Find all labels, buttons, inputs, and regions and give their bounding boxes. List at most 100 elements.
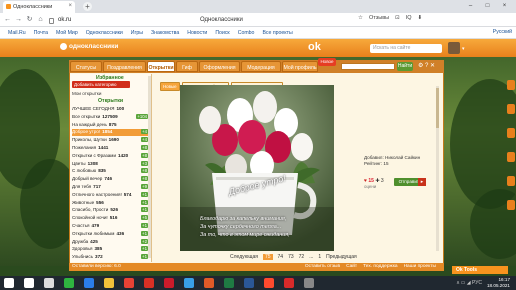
pager-page[interactable]: 73 (288, 254, 294, 260)
bookmark-link[interactable]: Поиск (215, 30, 229, 36)
taskbar-app-blue-icon[interactable] (84, 278, 94, 288)
site-search-input[interactable]: Искать на сайте (370, 44, 442, 53)
clock[interactable]: 16:17 18.05.2021 (487, 277, 510, 289)
taskbar-excel-icon[interactable] (224, 278, 234, 288)
bookmark-link[interactable]: Мой Мир (56, 30, 78, 36)
bookmark-link[interactable]: Все проекты (262, 30, 292, 36)
home-icon[interactable]: ⌂ (36, 15, 45, 24)
taskbar-yandex-icon[interactable] (264, 278, 274, 288)
pager-page[interactable]: 1 (318, 254, 321, 260)
sidebar-item[interactable]: Счастья 479 +1 (72, 223, 148, 230)
sort-filter-button[interactable]: Новые (160, 82, 180, 91)
sidebar-item[interactable]: На каждый день 875 (72, 122, 148, 129)
floating-icon[interactable] (507, 128, 515, 138)
sidebar-item[interactable]: Дружба 425 +2 (72, 238, 148, 246)
sidebar-item[interactable]: Добрый вечер 746 +8 (72, 176, 148, 183)
footer-link[interactable]: Оставить отзыв (305, 264, 340, 269)
minimize-icon[interactable]: – (462, 0, 479, 12)
tab-3[interactable]: Гиф (176, 61, 198, 72)
taskbar-app-red-2-icon[interactable] (284, 278, 294, 288)
bookmark-link[interactable]: Знакомства (151, 30, 179, 36)
footer-link[interactable]: Тех. поддержка (363, 264, 397, 269)
my-cards-link[interactable]: Мои открытки (72, 91, 101, 96)
sidebar-item[interactable]: Пожелания 1441 +8 (72, 145, 148, 152)
taskbar-chrome-icon[interactable] (124, 278, 134, 288)
system-tray[interactable]: ʌ ▭ ◢ РУС (457, 280, 482, 286)
toolbar-item[interactable]: ☆ (358, 15, 363, 21)
sidebar-item[interactable]: С любовью 835 +8 (72, 168, 148, 175)
chevron-down-icon[interactable]: ▾ (462, 46, 465, 52)
sidebar-item[interactable]: Доброе утро! 1854 +4 (72, 129, 148, 137)
bookmark-link[interactable]: Mail.Ru (8, 30, 26, 36)
sidebar-item[interactable]: Улыбнись 372 +1 (72, 254, 148, 261)
taskbar-app-red-icon[interactable] (144, 278, 154, 288)
taskbar-media-icon[interactable] (204, 278, 214, 288)
maximize-icon[interactable]: □ (479, 0, 496, 12)
bookmark-link[interactable]: Игры (131, 30, 143, 36)
new-tab-button[interactable]: + (83, 2, 92, 11)
taskbar-task-view-icon[interactable] (44, 278, 54, 288)
find-button[interactable]: Найти (397, 62, 413, 71)
sidebar-item[interactable]: Все открытки 127509 +104 (72, 113, 148, 121)
sidebar-item[interactable]: Открытки любимым 436 +1 (72, 230, 148, 238)
sidebar-item[interactable]: Приколы, Шутки 1690 +4 (72, 137, 148, 144)
toolbar-item[interactable]: Отзывы (369, 15, 389, 21)
tab-1[interactable]: Поздравления (103, 61, 146, 72)
pager-page[interactable]: 74 (278, 254, 284, 260)
pager-next-link[interactable]: Предыдущая (326, 254, 357, 260)
taskbar-explorer-icon[interactable] (104, 278, 114, 288)
floating-icon[interactable] (507, 152, 515, 162)
language-selector[interactable]: Русский (493, 29, 512, 35)
ok-tools-badge[interactable]: Ok Tools (452, 266, 508, 274)
taskbar-settings-icon[interactable] (304, 278, 314, 288)
close-window-icon[interactable]: × (496, 0, 513, 12)
footer-link[interactable]: Сайт (346, 264, 357, 269)
sidebar-item[interactable]: Отличного настроения! 574 +1 (72, 191, 148, 199)
user-avatar[interactable] (448, 42, 460, 54)
tab-4[interactable]: Оформления (199, 61, 240, 72)
sidebar-item[interactable]: ЛУЧШЕЕ СЕГОДНЯ 100 (72, 106, 148, 113)
sidebar-item[interactable]: Открытки с Фразами 1420 +8 (72, 152, 148, 160)
close-tab-icon[interactable]: × (68, 3, 72, 9)
add-category-button[interactable]: Добавить категорию (72, 81, 130, 88)
toolbar-item[interactable]: ⬇ (418, 15, 423, 21)
sidebar-item[interactable]: Для тебя 717 +9 (72, 184, 148, 191)
sidebar-item[interactable]: Животные 556 +1 (72, 199, 148, 207)
cards-search-input[interactable] (341, 63, 395, 70)
bookmark-link[interactable]: Combo (238, 30, 255, 36)
greeting-card-image[interactable]: Доброе утро! Благодарю за капельку внима… (180, 85, 334, 251)
sidebar-item[interactable]: Цветы 1308 +3 (72, 160, 148, 168)
reload-icon[interactable]: ↻ (25, 15, 34, 24)
pager-page[interactable]: ... (309, 254, 313, 260)
browser-tab[interactable]: Одноклассники × (3, 1, 75, 13)
taskbar-search-icon[interactable] (24, 278, 34, 288)
ok-center-logo[interactable]: ok (308, 41, 321, 53)
taskbar-app-green-icon[interactable] (64, 278, 74, 288)
sidebar-item[interactable]: Спасибо, Прости 526 +1 (72, 207, 148, 214)
sidebar-scrollbar[interactable] (148, 76, 151, 258)
taskbar-opera-icon[interactable] (164, 278, 174, 288)
panel-controls[interactable]: ⚙ ? ✕ (418, 62, 435, 69)
floating-icon[interactable] (507, 104, 515, 114)
forward-icon[interactable]: → (14, 15, 23, 24)
toolbar-item[interactable]: ⊡ (395, 15, 400, 21)
sidebar-item[interactable]: Спокойной ночи! 516 +5 (72, 215, 148, 222)
back-icon[interactable]: ← (3, 15, 12, 24)
floating-icon[interactable] (507, 200, 515, 210)
pager-page[interactable]: 75 (262, 254, 273, 260)
tab-6[interactable]: Мой профиль (282, 61, 318, 72)
pager-prev-link[interactable]: Следующая (230, 254, 258, 260)
taskbar-word-icon[interactable] (244, 278, 254, 288)
bookmark-link[interactable]: Одноклассники (86, 30, 123, 36)
pager-page[interactable]: 72 (299, 254, 305, 260)
ok-logo[interactable]: одноклассники (60, 43, 118, 50)
sidebar-item[interactable]: Здоровья 385 +1 (72, 246, 148, 253)
content-scrollbar[interactable] (436, 86, 439, 251)
floating-icon[interactable] (507, 176, 515, 186)
floating-icon[interactable] (507, 80, 515, 90)
tab-5[interactable]: Модерация (241, 61, 281, 72)
toolbar-item[interactable]: IQ (406, 15, 412, 21)
tab-0[interactable]: Статусы (70, 61, 102, 72)
send-dropdown-icon[interactable]: ▸ (418, 178, 426, 186)
bookmark-link[interactable]: Почта (34, 30, 48, 36)
